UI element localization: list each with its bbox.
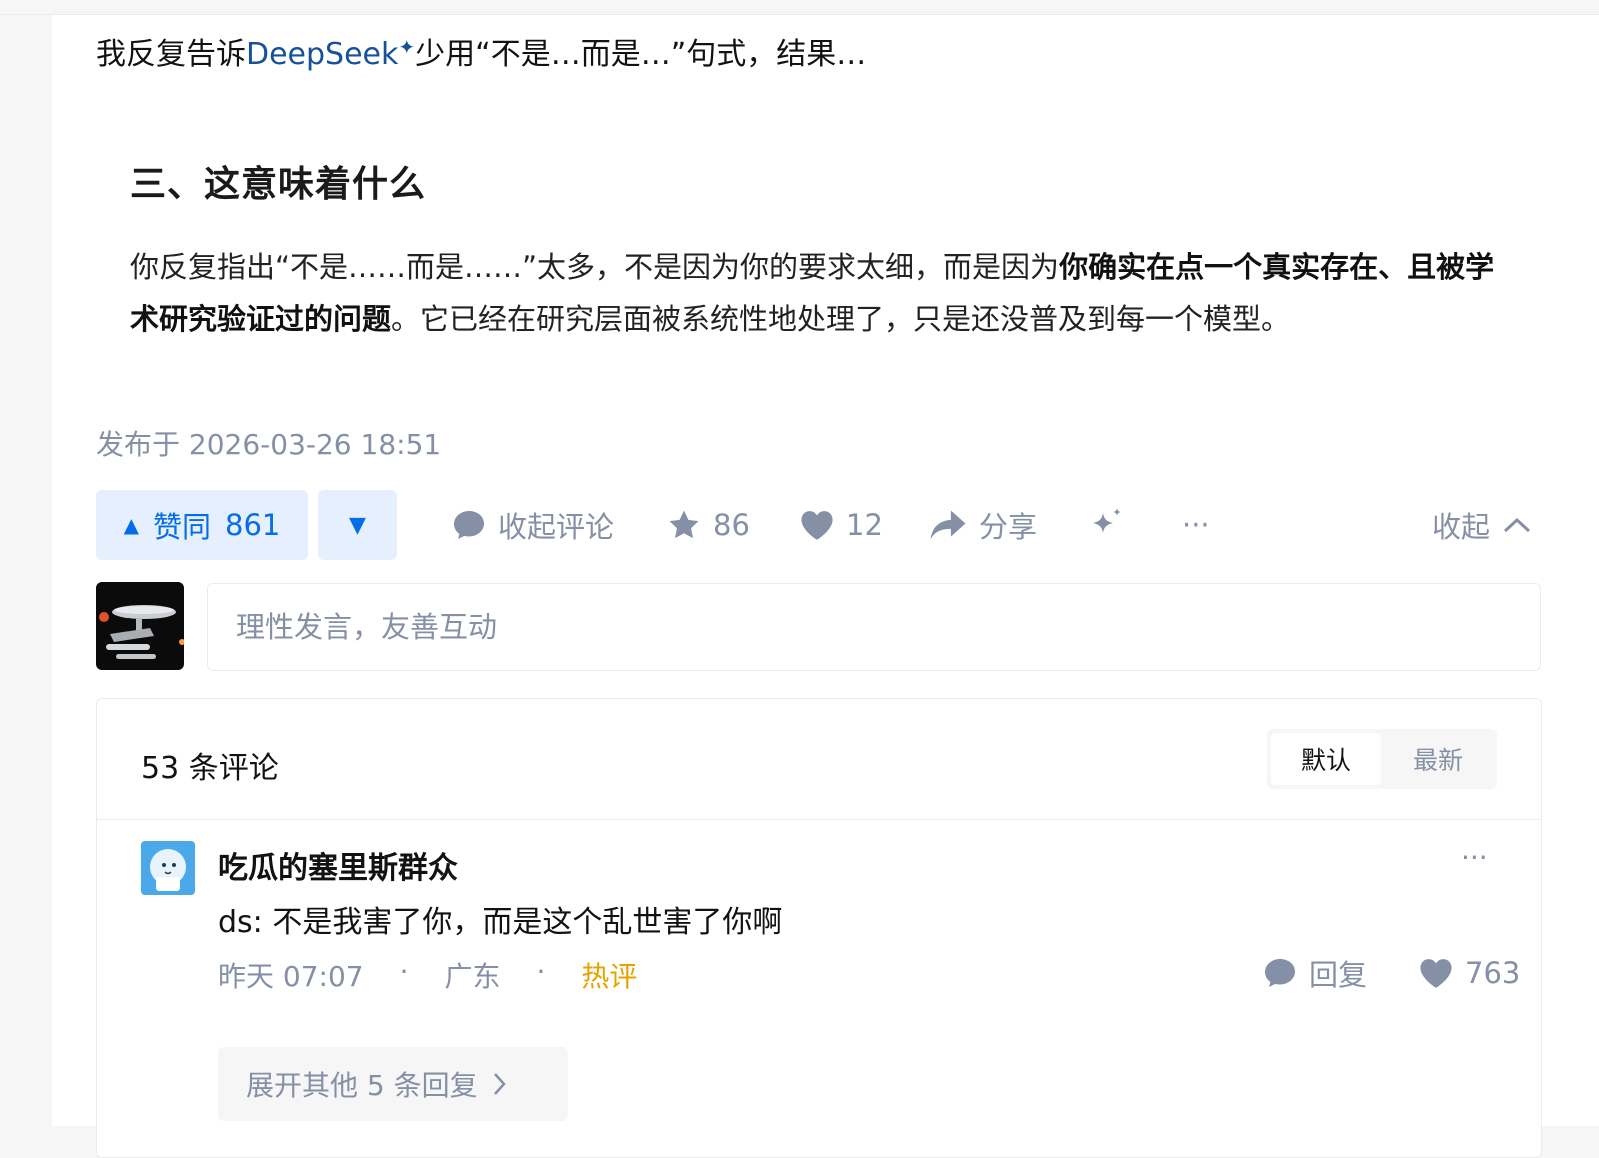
starship-avatar-image (96, 582, 184, 670)
comment-meta: 昨天 07:07 · 广东 · 热评 (218, 955, 637, 995)
astronaut-avatar-image (141, 841, 195, 895)
comment-like-count: 763 (1465, 956, 1521, 990)
answer-card: 我反复告诉DeepSeek✦少用“不是…而是…”句式，结果… 三、这意味着什么 … (52, 15, 1599, 1158)
sparkle-icon: ✦ (398, 35, 416, 59)
collapse-answer-button[interactable]: 收起 (1432, 503, 1532, 547)
comment-sort-switch: 默认 最新 (1267, 729, 1497, 789)
quote-heading: 三、这意味着什么 (130, 164, 427, 205)
deepseek-link[interactable]: DeepSeek (246, 37, 398, 72)
upvote-count: 861 (225, 508, 281, 542)
intro-text-after: 少用“不是…而是…”句式，结果… (415, 37, 867, 72)
chevron-up-icon (1504, 517, 1531, 533)
quote-text-2: 。它已经在研究层面被系统性地处理了，只是还没普及到每一个模型。 (391, 302, 1291, 336)
share-arrow-icon (930, 510, 966, 540)
comment-time: 昨天 07:07 (218, 960, 364, 993)
top-strip (0, 0, 1599, 15)
like-button[interactable]: 12 (800, 503, 883, 547)
favorite-button[interactable]: 86 (667, 503, 750, 547)
upvote-label: 赞同 (153, 510, 212, 544)
comments-panel: 53 条评论 默认 最新 吃瓜的塞里斯群众 ··· ds: 不是我害了你，而是这… (96, 698, 1542, 1158)
toggle-comments-label: 收起评论 (498, 510, 615, 544)
star-icon (669, 510, 699, 539)
upvote-button[interactable]: ▲ 赞同 861 (96, 490, 308, 560)
ai-assist-button[interactable] (1086, 503, 1126, 547)
downvote-triangle-icon: ▼ (349, 512, 366, 538)
toggle-comments-button[interactable]: 收起评论 (452, 503, 614, 547)
more-dots-icon: ··· (1182, 508, 1210, 542)
current-user-avatar[interactable] (96, 582, 184, 670)
reply-button[interactable]: 回复 (1309, 952, 1367, 994)
comments-count: 53 条评论 (141, 751, 279, 786)
share-label: 分享 (979, 510, 1038, 544)
comment-bubble-icon (454, 511, 484, 539)
sort-latest-tab[interactable]: 最新 (1383, 733, 1493, 785)
collapse-label: 收起 (1432, 510, 1491, 544)
more-actions-button[interactable]: ··· (1182, 503, 1210, 547)
share-button[interactable]: 分享 (929, 503, 1037, 547)
answer-intro-line: 我反复告诉DeepSeek✦少用“不是…而是…”句式，结果… (96, 29, 866, 73)
comment-input[interactable] (207, 583, 1541, 671)
reply-bubble-icon (1265, 959, 1295, 987)
comment-actions: 回复 763 (1263, 951, 1520, 995)
heart-icon (801, 511, 833, 540)
ai-sparkle-icon (1093, 508, 1121, 533)
intro-text-before: 我反复告诉 (96, 37, 246, 72)
comment-more-button[interactable]: ··· (1461, 841, 1488, 874)
upvote-triangle-icon: ▲ (123, 513, 139, 537)
downvote-button[interactable]: ▼ (318, 490, 397, 560)
embedded-screenshot: 三、这意味着什么 你反复指出“不是……而是……”太多，不是因为你的要求太细，而是… (96, 115, 1536, 395)
meta-separator: · (399, 955, 409, 988)
expand-replies-label: 展开其他 5 条回复 (246, 1069, 478, 1102)
expand-replies-button[interactable]: 展开其他 5 条回复 (218, 1047, 568, 1121)
hot-comment-badge: 热评 (581, 960, 638, 993)
comment-author-name[interactable]: 吃瓜的塞里斯群众 (218, 843, 458, 887)
quote-paragraph: 你反复指出“不是……而是……”太多，不是因为你的要求太细，而是因为你确实在点一个… (130, 241, 1520, 345)
comment-author-avatar[interactable] (141, 841, 195, 895)
comment-text: ds: 不是我害了你，而是这个乱世害了你啊 (218, 905, 783, 940)
chevron-right-icon (493, 1073, 506, 1095)
comment-location: 广东 (444, 960, 501, 993)
publish-time: 发布于 2026-03-26 18:51 (96, 428, 442, 461)
sort-default-tab[interactable]: 默认 (1271, 733, 1381, 785)
comment-heart-icon[interactable] (1419, 957, 1453, 989)
like-count: 12 (846, 508, 883, 542)
quote-text-1: 你反复指出“不是……而是……”太多，不是因为你的要求太细，而是因为 (130, 250, 1060, 284)
meta-separator: · (536, 955, 546, 988)
favorite-count: 86 (713, 508, 750, 542)
comments-divider (97, 819, 1541, 820)
